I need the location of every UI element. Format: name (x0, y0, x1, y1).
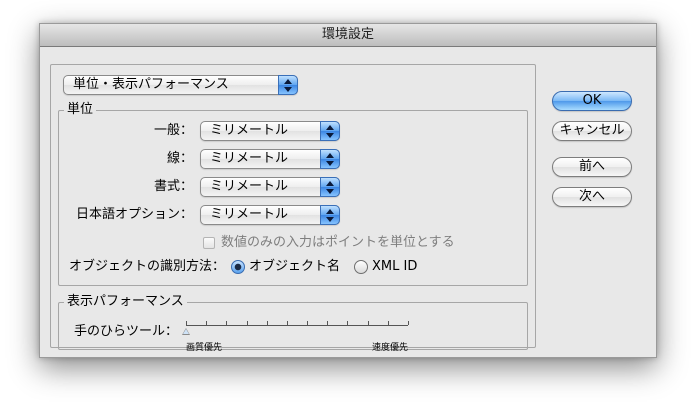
units-stroke-popup[interactable]: ミリメートル (200, 149, 340, 169)
slider-tick (287, 321, 288, 325)
slider-thumb[interactable] (182, 328, 190, 335)
dialog-content: 単位・表示パフォーマンス 単位 一般： ミリメートル 線： ミリメートル 書式：… (40, 47, 656, 357)
display-performance-title: 表示パフォーマンス (64, 294, 187, 310)
units-stroke-value: ミリメートル (210, 151, 289, 166)
units-asian-value: ミリメートル (210, 207, 289, 222)
slider-tick (368, 321, 369, 325)
popup-arrows-icon (320, 121, 340, 141)
radio-object-name[interactable] (231, 260, 245, 274)
slider-tick (206, 321, 207, 325)
previous-button[interactable]: 前へ (552, 157, 632, 177)
units-general-value: ミリメートル (210, 123, 289, 138)
preferences-dialog: 環境設定 単位・表示パフォーマンス 単位 一般： ミリメートル 線： ミリメート… (39, 23, 657, 358)
numeric-points-label: 数値のみの入力はポイントを単位とする (221, 235, 455, 250)
units-general-label: 一般： (153, 123, 193, 138)
units-general-popup[interactable]: ミリメートル (200, 121, 340, 141)
slider-tick (226, 321, 227, 325)
popup-arrows-icon (320, 177, 340, 197)
slider-tick (408, 321, 409, 325)
cancel-button[interactable]: キャンセル (552, 121, 632, 141)
units-type-value: ミリメートル (210, 179, 289, 194)
units-asian-label: 日本語オプション： (75, 207, 193, 222)
next-button[interactable]: 次へ (552, 187, 632, 207)
slider-tick (388, 321, 389, 325)
units-type-popup[interactable]: ミリメートル (200, 177, 340, 197)
slider-tick (186, 321, 187, 325)
popup-arrows-icon (278, 75, 298, 95)
section-popup-label: 単位・表示パフォーマンス (73, 77, 229, 92)
radio-xml-id-label: XML ID (372, 259, 418, 274)
radio-object-name-label: オブジェクト名 (249, 259, 341, 274)
slider-tick (247, 321, 248, 325)
hand-tool-label: 手のひらツール： (73, 324, 178, 339)
slider-tick (327, 321, 328, 325)
popup-arrows-icon (320, 205, 340, 225)
section-popup[interactable]: 単位・表示パフォーマンス (63, 75, 298, 95)
hand-tool-slider[interactable] (182, 319, 410, 339)
units-stroke-label: 線： (166, 151, 193, 166)
slider-tick (347, 321, 348, 325)
object-id-label: オブジェクトの識別方法： (68, 259, 225, 274)
slider-min-label: 画質優先 (186, 343, 223, 353)
window-title: 環境設定 (40, 24, 656, 47)
radio-xml-id[interactable] (354, 260, 368, 274)
ok-button[interactable]: OK (552, 91, 632, 111)
slider-max-label: 速度優先 (372, 343, 409, 353)
numeric-points-checkbox[interactable] (203, 237, 215, 249)
popup-arrows-icon (320, 149, 340, 169)
slider-tick (307, 321, 308, 325)
slider-tick (267, 321, 268, 325)
units-group-title: 単位 (64, 102, 97, 118)
units-asian-popup[interactable]: ミリメートル (200, 205, 340, 225)
slider-track (186, 325, 408, 326)
units-type-label: 書式： (153, 179, 193, 194)
